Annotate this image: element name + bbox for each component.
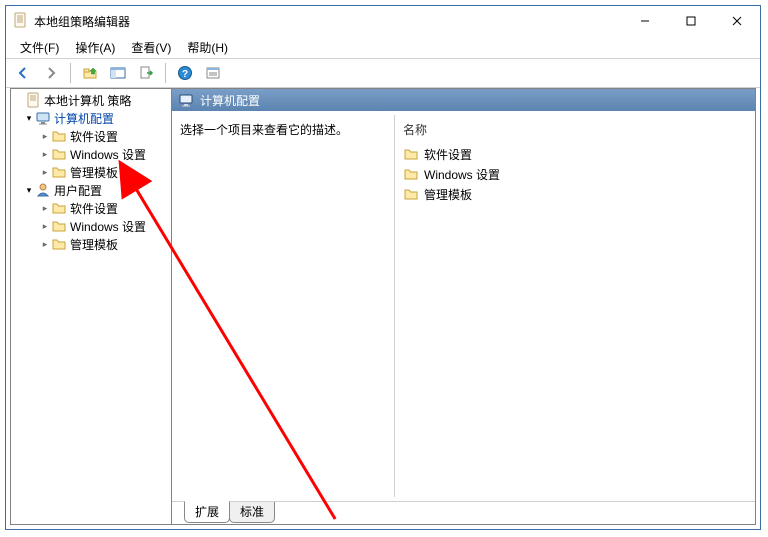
tree-label: 本地计算机 策略 [41, 92, 131, 109]
tree-label: 软件设置 [67, 128, 118, 145]
menu-action[interactable]: 操作(A) [67, 36, 123, 59]
minimize-button[interactable] [622, 6, 668, 36]
list-item[interactable]: 管理模板 [403, 184, 747, 204]
tree-cc-windows[interactable]: ▸ Windows 设置 [11, 145, 171, 163]
tree-label: 计算机配置 [51, 110, 114, 127]
title-bar: 本地组策略编辑器 [6, 6, 760, 36]
document-icon [25, 92, 41, 108]
expander-icon[interactable]: ▸ [39, 148, 51, 160]
expander-icon[interactable]: ▸ [39, 130, 51, 142]
column-header-name[interactable]: 名称 [403, 121, 747, 144]
folder-icon [51, 146, 67, 162]
app-window: 本地组策略编辑器 文件(F) 操作(A) 查看(V) 帮助(H) [5, 5, 761, 530]
window-title: 本地组策略编辑器 [34, 13, 130, 30]
details-pane: 计算机配置 选择一个项目来查看它的描述。 名称 软件设置 [172, 88, 756, 525]
toolbar-separator [165, 63, 166, 83]
content-body: 本地计算机 策略 ▾ 计算机配置 ▸ 软件设置 [10, 88, 756, 525]
tree-label: Windows 设置 [67, 218, 146, 235]
properties-button[interactable] [200, 60, 226, 86]
tree-uc-templates[interactable]: ▸ 管理模板 [11, 235, 171, 253]
menu-view[interactable]: 查看(V) [123, 36, 179, 59]
forward-button[interactable] [38, 60, 64, 86]
tree-computer-config[interactable]: ▾ 计算机配置 [11, 109, 171, 127]
close-button[interactable] [714, 6, 760, 36]
folder-icon [51, 218, 67, 234]
list-item[interactable]: 软件设置 [403, 144, 747, 164]
toolbar-separator [70, 63, 71, 83]
tree-cc-templates[interactable]: ▸ 管理模板 [11, 163, 171, 181]
tree-label: 管理模板 [67, 164, 118, 181]
folder-icon [403, 166, 419, 182]
list-item-label: 管理模板 [424, 186, 472, 203]
computer-icon [35, 110, 51, 126]
folder-icon [51, 128, 67, 144]
tab-standard[interactable]: 标准 [229, 502, 275, 523]
folder-icon [51, 236, 67, 252]
user-icon [35, 182, 51, 198]
tree-label: 软件设置 [67, 200, 118, 217]
list-item[interactable]: Windows 设置 [403, 164, 747, 184]
folder-icon [403, 146, 419, 162]
show-hide-tree-button[interactable] [105, 60, 131, 86]
tree-label: 用户配置 [51, 182, 102, 199]
svg-text:?: ? [182, 69, 188, 80]
toolbar: ? [6, 58, 760, 88]
details-header: 计算机配置 [172, 89, 755, 111]
details-content: 选择一个项目来查看它的描述。 名称 软件设置 Windows 设置 [172, 111, 755, 501]
expander-icon[interactable]: ▸ [39, 166, 51, 178]
folder-icon [403, 186, 419, 202]
list-column: 名称 软件设置 Windows 设置 [394, 115, 755, 497]
tree-pane[interactable]: 本地计算机 策略 ▾ 计算机配置 ▸ 软件设置 [10, 88, 172, 525]
description-column: 选择一个项目来查看它的描述。 [172, 111, 394, 501]
tree-user-config[interactable]: ▾ 用户配置 [11, 181, 171, 199]
tree-root[interactable]: 本地计算机 策略 [11, 91, 171, 109]
tab-strip: 扩展标准 [172, 501, 755, 524]
tree-cc-software[interactable]: ▸ 软件设置 [11, 127, 171, 145]
expander-open-icon[interactable]: ▾ [23, 184, 35, 196]
menu-help[interactable]: 帮助(H) [179, 36, 236, 59]
menu-file[interactable]: 文件(F) [12, 36, 67, 59]
expander-icon[interactable]: ▸ [39, 202, 51, 214]
list-item-label: Windows 设置 [424, 166, 500, 183]
help-button[interactable]: ? [172, 60, 198, 86]
tree-uc-software[interactable]: ▸ 软件设置 [11, 199, 171, 217]
menu-bar: 文件(F) 操作(A) 查看(V) 帮助(H) [6, 36, 760, 58]
tree-uc-windows[interactable]: ▸ Windows 设置 [11, 217, 171, 235]
expander-icon[interactable]: ▸ [39, 238, 51, 250]
expander-icon[interactable]: ▸ [39, 220, 51, 232]
maximize-button[interactable] [668, 6, 714, 36]
computer-icon [178, 92, 194, 108]
folder-icon [51, 164, 67, 180]
expander-open-icon[interactable]: ▾ [23, 112, 35, 124]
app-icon [12, 12, 28, 31]
back-button[interactable] [10, 60, 36, 86]
folder-icon [51, 200, 67, 216]
list-item-label: 软件设置 [424, 146, 472, 163]
up-button[interactable] [77, 60, 103, 86]
description-text: 选择一个项目来查看它的描述。 [180, 123, 348, 137]
tab-extended[interactable]: 扩展 [184, 501, 230, 523]
details-header-title: 计算机配置 [200, 92, 260, 109]
tree-label: 管理模板 [67, 236, 118, 253]
tree-label: Windows 设置 [67, 146, 146, 163]
export-button[interactable] [133, 60, 159, 86]
